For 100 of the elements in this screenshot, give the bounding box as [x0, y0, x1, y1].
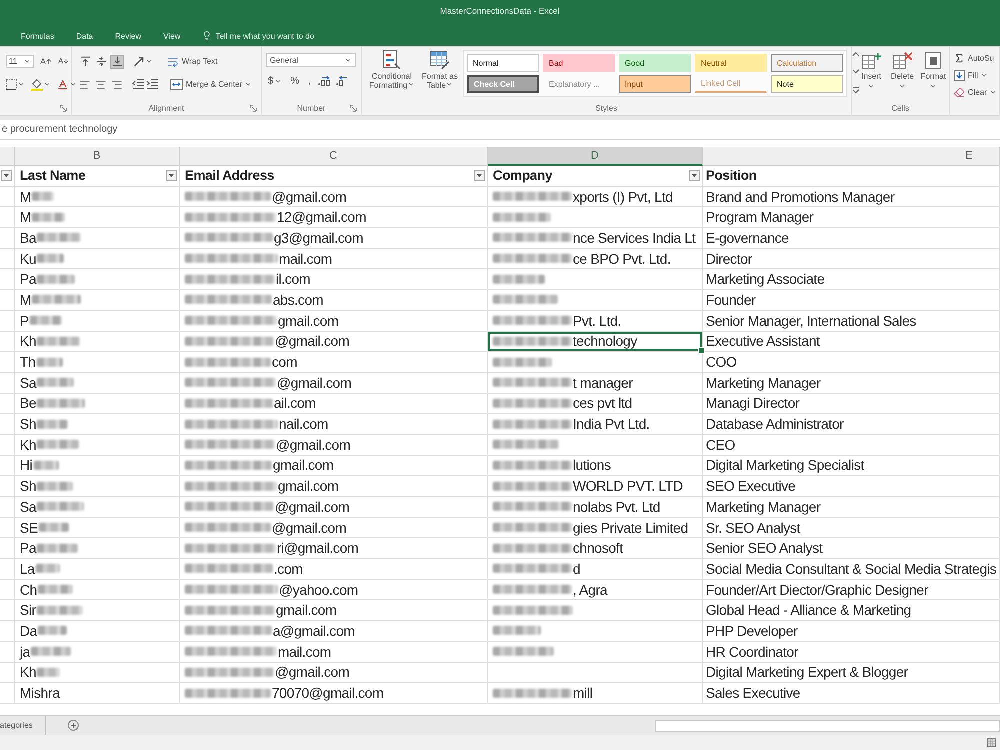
dialog-launcher-icon[interactable] — [350, 104, 357, 112]
cell-text: Senior SEO Analyst — [706, 540, 823, 556]
redaction-blur — [37, 606, 84, 615]
font-size-field[interactable]: 11 — [6, 55, 34, 68]
cell-text: abs.com — [273, 292, 324, 308]
number-format-dropdown[interactable]: General — [266, 53, 356, 67]
column-header[interactable]: B — [15, 147, 180, 166]
column-header[interactable]: C — [180, 147, 488, 166]
ribbon-tab[interactable]: Data — [75, 30, 94, 42]
increase-indent-icon[interactable] — [146, 79, 158, 90]
cell-text: Pa — [20, 540, 36, 556]
cell-style-option[interactable]: Note — [771, 75, 843, 93]
clear-button[interactable]: Clear — [954, 85, 998, 100]
autosum-button[interactable]: AutoSu — [954, 51, 994, 66]
cell-text: @gmail.com — [275, 498, 350, 515]
cell-text: com — [272, 354, 298, 370]
group-label: Styles — [596, 104, 618, 112]
caret-icon[interactable] — [24, 58, 31, 65]
redaction-blur — [37, 482, 74, 491]
cell-text: il.com — [276, 271, 310, 288]
caret-icon[interactable] — [899, 83, 906, 90]
redaction-blur — [37, 668, 60, 677]
horizontal-scrollbar[interactable] — [655, 720, 1000, 732]
cell-text: @gmail.com — [275, 664, 350, 680]
filter-dropdown-icon[interactable] — [474, 170, 485, 182]
cell-text: Marketing Manager — [706, 374, 821, 391]
ribbon-tab[interactable]: Formulas — [20, 30, 56, 42]
fill-color-icon[interactable] — [31, 78, 43, 90]
cell-text: Founder — [706, 292, 756, 308]
cell-style-option[interactable]: Bad — [543, 54, 615, 72]
cell-style-option[interactable]: Normal — [467, 54, 539, 72]
caret-icon[interactable] — [274, 78, 282, 85]
cell-text: Sa — [20, 498, 36, 515]
cell-text: nce Services India Lt — [573, 230, 696, 246]
ribbon-tab[interactable]: View — [162, 30, 182, 42]
ribbon-tab[interactable]: Review — [114, 30, 142, 42]
column-header[interactable]: D — [488, 147, 703, 166]
conditional-formatting-button[interactable]: Conditional Formatting — [367, 50, 417, 90]
caret-icon[interactable] — [981, 72, 988, 79]
align-bottom-button[interactable] — [110, 54, 124, 68]
cell-style-option[interactable]: Explanatory ... — [543, 75, 615, 93]
caret-icon[interactable] — [245, 81, 252, 88]
caret-icon[interactable] — [345, 56, 352, 64]
decrease-indent-icon[interactable] — [132, 79, 144, 90]
decrease-decimal-icon[interactable] — [336, 76, 350, 87]
column-header[interactable]: E — [703, 147, 1000, 166]
cell-style-option[interactable]: Good — [619, 54, 691, 72]
format-cells-button[interactable]: Format — [919, 52, 948, 90]
merge-center-button[interactable]: Merge & Center — [170, 77, 252, 92]
caret-icon[interactable] — [408, 81, 415, 88]
fill-button[interactable]: Fill — [954, 68, 988, 83]
caret-icon[interactable] — [146, 58, 153, 65]
caret-icon[interactable] — [868, 83, 875, 90]
cell-style-option[interactable]: Input — [619, 75, 691, 93]
cell-text: .com — [274, 560, 303, 577]
format-cells-icon — [924, 52, 944, 70]
cell-text: COO — [706, 354, 737, 370]
delete-cells-button[interactable]: Delete — [888, 52, 917, 90]
caret-icon[interactable] — [446, 81, 454, 88]
cell-style-option[interactable]: Neutral — [695, 54, 767, 72]
caret-icon[interactable] — [990, 89, 998, 96]
format-as-table-button[interactable]: Format as Table — [420, 50, 460, 90]
font-color-icon[interactable] — [57, 78, 69, 90]
align-top-button[interactable] — [78, 54, 92, 68]
caret-icon[interactable] — [18, 81, 25, 88]
text-angle-icon[interactable] — [134, 56, 145, 67]
increase-decimal-icon[interactable] — [318, 76, 332, 87]
scroll-down-icon[interactable] — [852, 68, 860, 76]
percent-style-button[interactable]: % — [288, 76, 302, 87]
gallery-more-icon[interactable] — [852, 86, 860, 94]
normal-view-icon[interactable] — [987, 738, 996, 747]
filter-dropdown-icon[interactable] — [689, 170, 700, 182]
caret-icon[interactable] — [70, 81, 77, 88]
wrap-text-button[interactable]: Wrap Text — [167, 54, 218, 69]
cell-text: nolabs Pvt. Ltd — [573, 498, 660, 515]
redaction-blur — [493, 274, 545, 284]
add-sheet-button[interactable] — [68, 720, 79, 731]
dialog-launcher-icon[interactable] — [60, 104, 67, 112]
redaction-blur — [493, 358, 552, 367]
borders-icon[interactable] — [6, 79, 17, 90]
redaction-blur — [32, 192, 54, 202]
align-middle-button[interactable] — [94, 54, 108, 68]
caret-icon[interactable] — [930, 83, 937, 90]
dialog-launcher-icon[interactable] — [250, 104, 257, 112]
redaction-blur — [38, 585, 74, 594]
accounting-format-button[interactable]: $ — [266, 76, 284, 87]
tell-me-search[interactable]: Tell me what you want to do — [202, 31, 314, 41]
cell-text: Ch — [20, 582, 38, 598]
fill-handle[interactable] — [698, 347, 705, 354]
insert-cells-button[interactable]: Insert — [857, 52, 886, 90]
cell-text: @gmail.com — [275, 333, 350, 350]
filter-dropdown-icon[interactable] — [166, 170, 177, 182]
filter-dropdown-icon[interactable] — [1, 170, 12, 182]
increase-font-size-icon[interactable] — [40, 56, 52, 68]
cell-text: Executive Assistant — [706, 333, 820, 350]
scroll-up-icon[interactable] — [852, 50, 860, 58]
comma-style-button[interactable]: , — [306, 76, 314, 87]
cell-text: Pvt. Ltd. — [573, 312, 622, 329]
group-label: Cells — [892, 104, 910, 112]
caret-icon[interactable] — [44, 81, 51, 88]
